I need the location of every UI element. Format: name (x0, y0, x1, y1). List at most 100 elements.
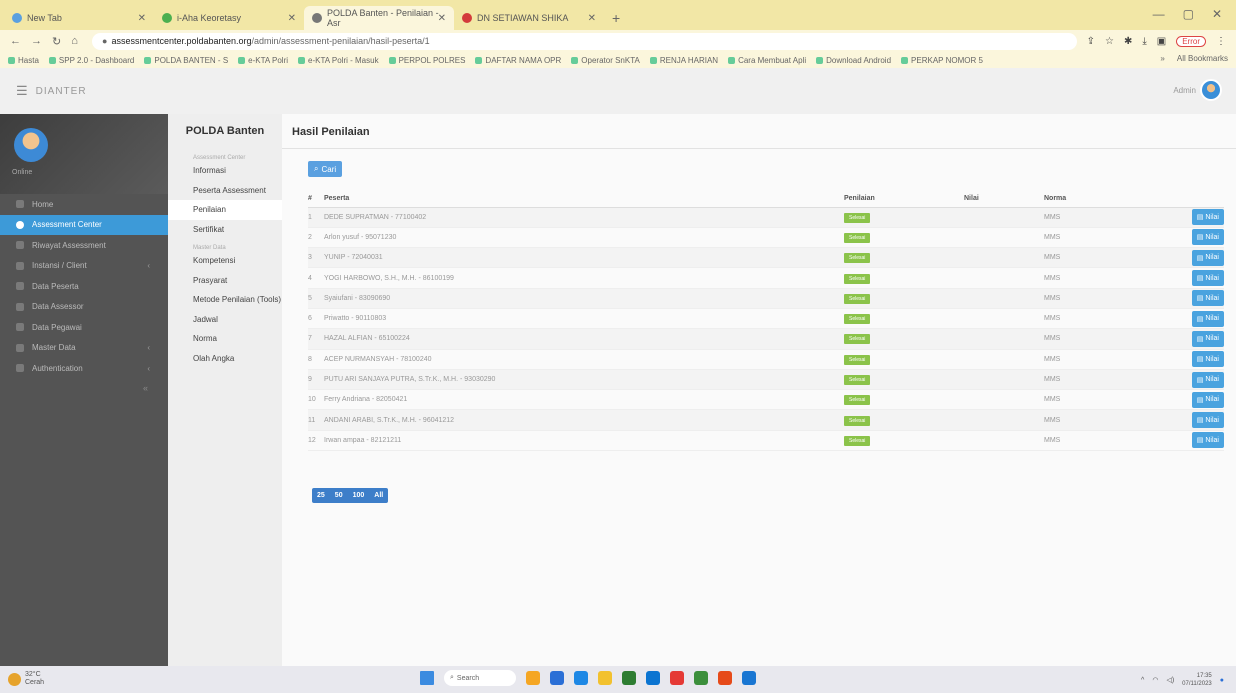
sidebar-item[interactable]: Data Pegawai (0, 317, 168, 338)
close-icon[interactable]: ✕ (1212, 7, 1222, 21)
home-icon[interactable]: ⌂ (71, 35, 78, 48)
bookmark-item[interactable]: Hasta (8, 56, 39, 65)
subnav-item[interactable]: Sertifikat (168, 220, 282, 240)
nilai-button[interactable]: ▤ Nilai (1191, 351, 1224, 368)
bookmark-item[interactable]: e-KTA Polri - Masuk (298, 56, 379, 65)
subnav-item[interactable]: Prasyarat (168, 271, 282, 291)
nilai-button[interactable]: ▤ Nilai (1191, 270, 1224, 287)
minimize-icon[interactable]: — (1153, 7, 1165, 21)
admin-menu[interactable]: Admin (1173, 79, 1222, 101)
new-tab-button[interactable]: + (604, 6, 628, 30)
taskbar-app-icon[interactable] (598, 671, 612, 685)
sidepanel-icon[interactable]: ▣ (1157, 36, 1166, 47)
taskbar-app-icon[interactable] (574, 671, 588, 685)
browser-tab[interactable]: i-Aha Keoretasy ✕ (154, 6, 304, 30)
sidebar-item[interactable]: Data Peserta (0, 276, 168, 297)
search-button[interactable]: ⌕ Cari (308, 161, 343, 177)
page-size-option[interactable]: All (369, 488, 388, 503)
subnav-item[interactable]: Peserta Assessment (168, 181, 282, 201)
bookmark-item[interactable]: RENJA HARIAN (649, 56, 718, 65)
forward-icon[interactable]: → (31, 35, 42, 48)
sidebar-item[interactable]: Home (0, 194, 168, 215)
tab-close-icon[interactable]: ✕ (138, 13, 146, 24)
sidebar-item[interactable]: Authentication ‹ (0, 358, 168, 379)
taskbar-app-icon[interactable] (718, 671, 732, 685)
bookmark-item[interactable]: Cara Membuat Apli (728, 56, 806, 65)
subnav-item[interactable]: Metode Penilaian (Tools) (168, 290, 282, 310)
star-icon[interactable]: ☆ (1105, 36, 1114, 47)
browser-tab[interactable]: New Tab ✕ (4, 6, 154, 30)
page-size-option[interactable]: 50 (330, 488, 348, 503)
page-size-option[interactable]: 100 (348, 488, 370, 503)
clock[interactable]: 17:35 07/11/2023 (1182, 672, 1212, 688)
taskbar-search[interactable]: ⌕ Search (444, 670, 516, 686)
bookmark-item[interactable]: e-KTA Polri (238, 56, 288, 65)
browser-tab[interactable]: POLDA Banten - Penilaian - Asr ✕ (304, 6, 454, 30)
tab-close-icon[interactable]: ✕ (288, 13, 296, 24)
bookmark-item[interactable]: PERKAP NOMOR 5 (901, 56, 983, 65)
subnav-item[interactable]: Penilaian (168, 200, 282, 220)
sidebar-item-icon (16, 343, 24, 352)
volume-icon[interactable]: ◁) (1166, 676, 1174, 684)
maximize-icon[interactable]: ▢ (1183, 7, 1194, 21)
menu-icon[interactable]: ⋮ (1216, 36, 1226, 47)
nilai-button[interactable]: ▤ Nilai (1191, 330, 1224, 347)
subnav-item[interactable]: Olah Angka (168, 349, 282, 369)
profile-button[interactable]: Error (1176, 35, 1206, 47)
nilai-button[interactable]: ▤ Nilai (1191, 290, 1224, 307)
status-badge: Selesai (844, 334, 871, 345)
bookmark-item[interactable]: Operator SnKTA (571, 56, 640, 65)
nilai-button[interactable]: ▤ Nilai (1191, 412, 1224, 429)
url-input[interactable]: ● assessmentcenter.poldabanten.org /admi… (92, 32, 1077, 50)
sidebar-item[interactable]: Data Assessor (0, 297, 168, 318)
nilai-button[interactable]: ▤ Nilai (1191, 371, 1224, 388)
admin-avatar (1200, 79, 1222, 101)
weather-widget[interactable]: 32°C Cerah (8, 671, 44, 687)
back-icon[interactable]: ← (10, 35, 21, 48)
nilai-button[interactable]: ▤ Nilai (1191, 310, 1224, 327)
collapse-sidebar-icon[interactable]: « (0, 383, 168, 393)
subnav-item[interactable]: Informasi (168, 161, 282, 181)
taskbar-app-icon[interactable] (622, 671, 636, 685)
taskbar-app-icon[interactable] (526, 671, 540, 685)
nilai-button[interactable]: ▤ Nilai (1191, 391, 1224, 408)
bookmark-item[interactable]: POLDA BANTEN - S (144, 56, 228, 65)
hamburger-icon[interactable]: ☰ (16, 83, 28, 99)
nilai-button[interactable]: ▤ Nilai (1191, 249, 1224, 266)
taskbar-app-icon[interactable] (694, 671, 708, 685)
sidebar-item[interactable]: Riwayat Assessment (0, 235, 168, 256)
bookmark-item[interactable]: SPP 2.0 - Dashboard (48, 56, 134, 65)
bookmark-item[interactable]: DAFTAR NAMA OPR (475, 56, 561, 65)
download-icon[interactable]: ⤓ (1142, 36, 1146, 47)
page-size-option[interactable]: 25 (312, 488, 330, 503)
taskbar-app-icon[interactable] (670, 671, 684, 685)
taskbar-app-icon[interactable] (550, 671, 564, 685)
bookmark-item[interactable]: Download Android (816, 56, 891, 65)
start-icon[interactable] (420, 671, 434, 685)
subnav-item[interactable]: Norma (168, 329, 282, 349)
subnav-item[interactable]: Jadwal (168, 310, 282, 330)
action-cell: ▤ Nilai (1139, 207, 1224, 228)
sidebar-item[interactable]: Master Data ‹ (0, 338, 168, 359)
browser-tab[interactable]: DN SETIAWAN SHIKA ✕ (454, 6, 604, 30)
wifi-icon[interactable]: ◠ (1152, 676, 1158, 684)
taskbar-app-icon[interactable] (646, 671, 660, 685)
taskbar-app-icon[interactable] (742, 671, 756, 685)
edit-icon: ▤ (1196, 315, 1204, 323)
all-bookmarks-link[interactable]: All Bookmarks (1177, 54, 1228, 63)
reload-icon[interactable]: ↻ (52, 35, 61, 48)
sidebar-item[interactable]: Instansi / Client ‹ (0, 256, 168, 277)
tab-close-icon[interactable]: ✕ (588, 13, 596, 24)
extensions-icon[interactable]: ✱ (1124, 36, 1132, 47)
nilai-button[interactable]: ▤ Nilai (1191, 209, 1224, 226)
subnav-item[interactable]: Kompetensi (168, 251, 282, 271)
tab-close-icon[interactable]: ✕ (438, 13, 446, 24)
tray-chevron-icon[interactable]: ^ (1141, 677, 1144, 684)
nilai-button[interactable]: ▤ Nilai (1191, 432, 1224, 449)
bookmarks-overflow-icon[interactable]: » (1160, 54, 1164, 63)
sidebar-item[interactable]: Assessment Center (0, 214, 168, 235)
nilai-button[interactable]: ▤ Nilai (1191, 229, 1224, 246)
share-icon[interactable]: ⇪ (1087, 36, 1095, 47)
notification-icon[interactable]: ● (1220, 677, 1224, 684)
bookmark-item[interactable]: PERPOL POLRES (388, 56, 465, 65)
